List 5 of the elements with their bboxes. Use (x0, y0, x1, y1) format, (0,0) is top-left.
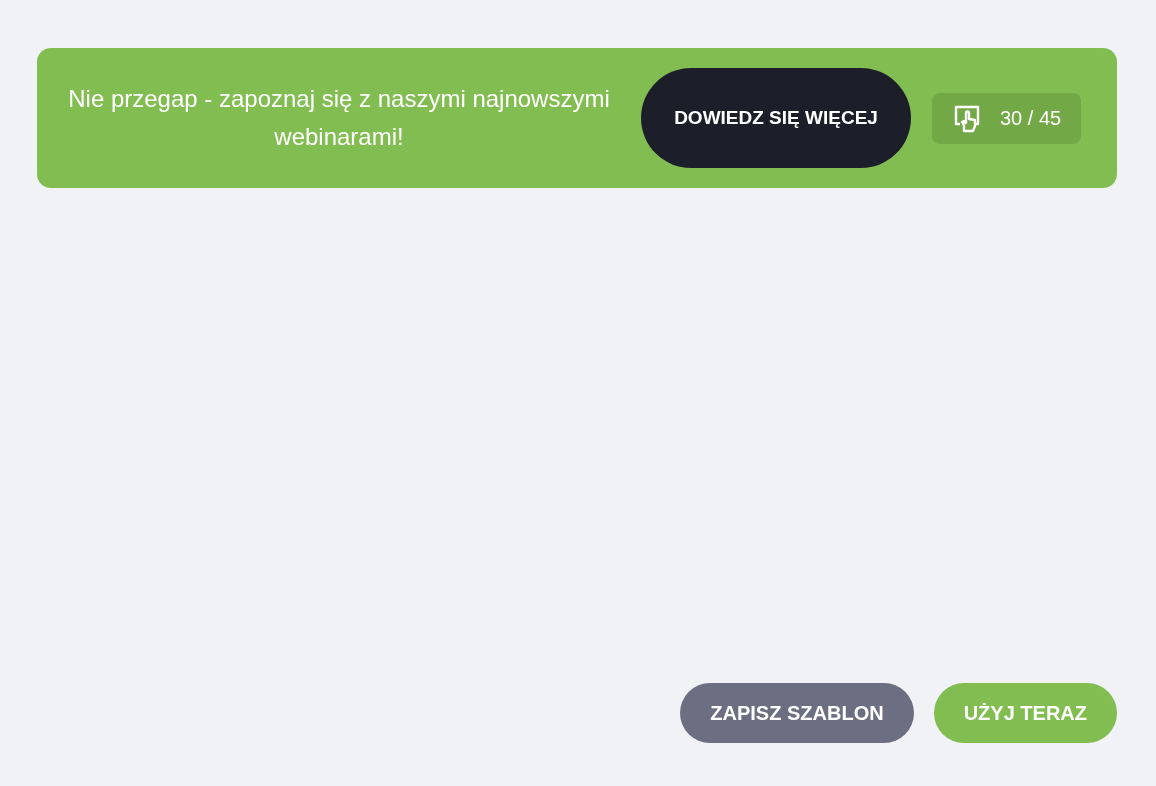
banner-message: Nie przegap - zapoznaj się z naszymi najnowszymi webinarami! (67, 84, 611, 152)
hand-pointer-icon (952, 103, 982, 133)
counter-text: 30 / 45 (1000, 106, 1062, 130)
learn-more-button[interactable]: DOWIEDZ SIĘ WIĘCEJ (641, 68, 911, 168)
save-template-button[interactable]: ZAPISZ SZABLON (680, 683, 914, 743)
